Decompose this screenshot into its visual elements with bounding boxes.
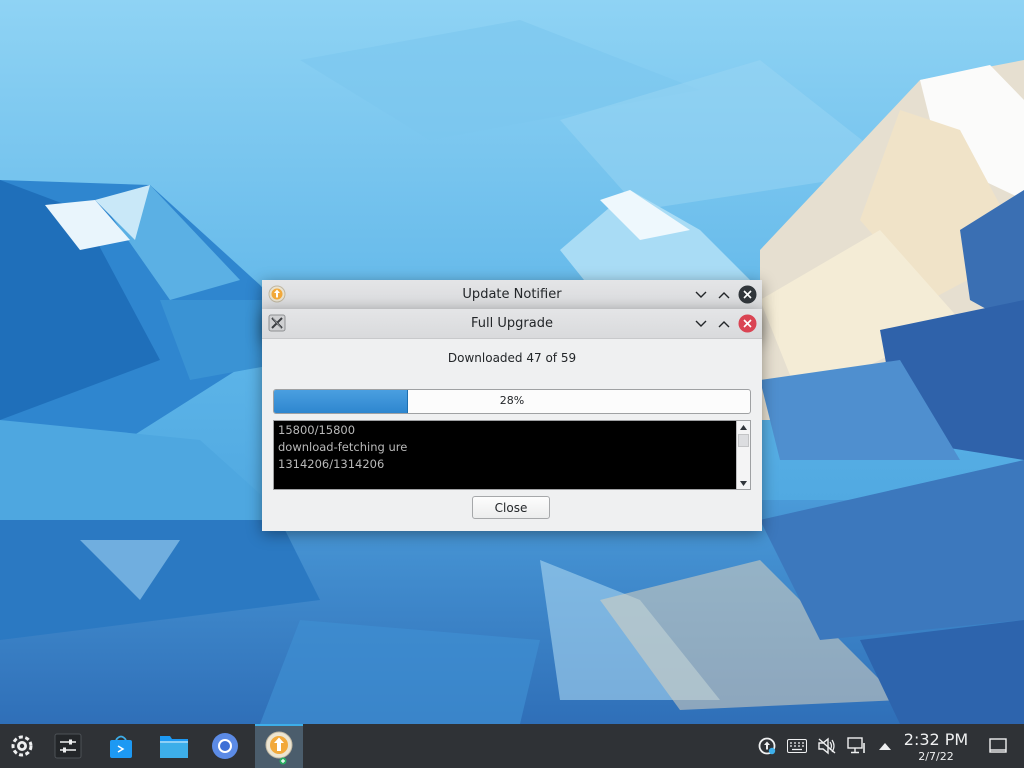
terminal-line: 1314206/1314206 [278,457,385,471]
maximize-icon [718,291,729,298]
scroll-up-button[interactable] [737,421,750,433]
window-title: Full Upgrade [471,316,553,331]
clock-date: 2/7/22 [918,750,954,763]
chromium-browser-icon [212,733,238,759]
show-desktop-button[interactable] [986,734,1010,758]
full-upgrade-window: Full Upgrade Downloaded 47 of 59 28% 158… [262,309,762,531]
taskbar-item-settings[interactable] [46,724,90,768]
show-hidden-chevron-icon [879,743,891,750]
minimize-icon [695,291,706,298]
volume-button[interactable] [815,734,839,758]
network-icon [847,737,865,754]
update-notifier-icon[interactable] [268,285,286,303]
digital-clock[interactable]: 2:32 PM 2/7/22 [896,730,976,764]
close-dialog-button[interactable]: Close [472,496,550,519]
maximize-button[interactable] [714,314,733,333]
dialog-body: Downloaded 47 of 59 28% 15800/15800 down… [262,339,762,532]
taskbar-panel: 2:32 PM 2/7/22 [0,724,1024,768]
close-icon [738,285,757,304]
show-hidden-icons-button[interactable] [873,734,897,758]
show-desktop-icon [989,738,1007,753]
app-launcher-button[interactable] [0,724,44,768]
vertical-scrollbar[interactable] [736,421,750,489]
clock-time: 2:32 PM [903,730,969,749]
close-button[interactable] [738,314,757,333]
close-icon [738,314,757,333]
titlebar[interactable]: Full Upgrade [262,309,762,339]
taskbar-item-update-notifier[interactable] [255,724,303,768]
taskbar-item-browser[interactable] [203,724,247,768]
network-button[interactable] [845,734,869,758]
app-launcher-icon [11,735,33,757]
taskbar-item-files[interactable] [152,724,196,768]
discover-store-icon [110,735,132,758]
progress-label: 28% [499,394,525,407]
terminal-line: download-fetching ure [278,440,408,454]
minimize-button[interactable] [691,285,710,304]
window-title: Update Notifier [462,287,562,302]
maximize-icon [718,320,729,327]
download-status: Downloaded 47 of 59 [447,351,577,365]
app-icon-x[interactable] [268,314,286,332]
titlebar[interactable]: Update Notifier [262,280,762,310]
minimize-icon [695,320,706,327]
update-tray-icon [758,737,776,755]
update-notifier-icon [265,731,293,765]
system-settings-icon [54,733,82,759]
close-button[interactable] [738,285,757,304]
scroll-down-button[interactable] [737,477,750,489]
keyboard-icon [787,739,807,753]
update-tray-button[interactable] [755,734,779,758]
download-progress-bar: 28% [273,389,751,414]
terminal-line: 15800/15800 [278,423,356,437]
scroll-thumb[interactable] [738,434,749,447]
terminal-output[interactable]: 15800/15800 download-fetching ure 131420… [273,420,751,490]
minimize-button[interactable] [691,314,710,333]
arrow-down-icon [740,480,747,486]
arrow-up-icon [740,424,747,430]
maximize-button[interactable] [714,285,733,304]
keyboard-layout-button[interactable] [785,734,809,758]
taskbar-item-discover[interactable] [99,724,143,768]
file-manager-icon [160,736,188,758]
volume-muted-icon [818,737,836,755]
